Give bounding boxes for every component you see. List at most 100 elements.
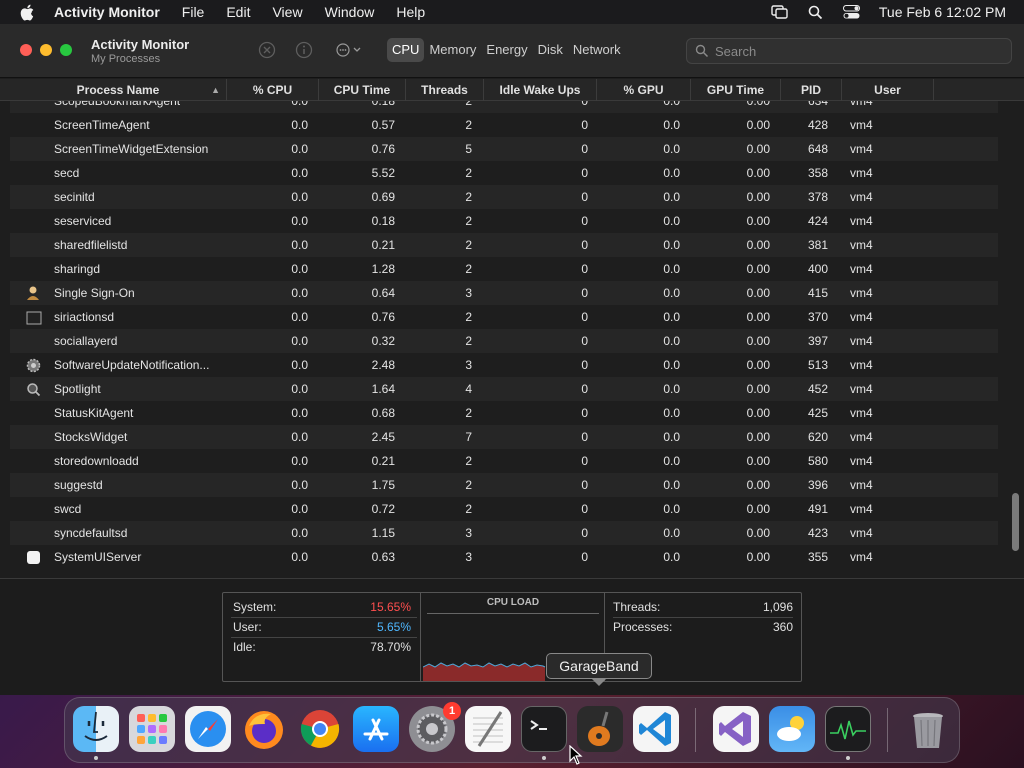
threads: 2 — [465, 334, 472, 348]
column-gpu-time[interactable]: GPU Time — [691, 79, 781, 101]
menu-edit[interactable]: Edit — [226, 4, 250, 20]
table-row[interactable]: ScreenTimeAgent 0.0 0.57 2 0 0.0 0.00 428 vm4 — [10, 113, 998, 137]
cpu-time: 0.63 — [371, 550, 395, 564]
table-row[interactable]: ScreenTimeWidgetExtension 0.0 0.76 5 0 0.0 0.0… — [10, 137, 998, 161]
idle-wake-ups: 0 — [581, 142, 588, 156]
menu-help[interactable]: Help — [396, 4, 425, 20]
table-row[interactable]: syncdefaultsd 0.0 1.15 3 0 0.0 0.00 423 vm4 — [10, 521, 998, 545]
column-user[interactable]: User — [842, 79, 934, 101]
menu-clock[interactable]: Tue Feb 6 12:02 PM — [879, 4, 1006, 20]
gpu-percent: 0.0 — [663, 142, 680, 156]
column-pid[interactable]: PID — [781, 79, 842, 101]
gpu-percent: 0.0 — [663, 430, 680, 444]
menu-view[interactable]: View — [272, 4, 302, 20]
pid: 381 — [807, 238, 828, 252]
close-window-button[interactable] — [20, 44, 32, 56]
menu-app-name[interactable]: Activity Monitor — [54, 4, 160, 20]
threads: 2 — [465, 310, 472, 324]
terminal-icon[interactable] — [521, 706, 567, 752]
gpu-percent: 0.0 — [663, 101, 680, 108]
tab-network[interactable]: Network — [568, 38, 626, 62]
minimize-window-button[interactable] — [40, 44, 52, 56]
info-icon[interactable] — [295, 41, 313, 59]
launchpad-icon[interactable] — [129, 706, 175, 752]
screen-mirroring-icon[interactable] — [771, 4, 789, 20]
cpu-percent: 0.0 — [291, 262, 308, 276]
threads: 2 — [465, 101, 472, 108]
pid: 378 — [807, 190, 828, 204]
table-row[interactable]: swcd 0.0 0.72 2 0 0.0 0.00 491 vm4 — [10, 497, 998, 521]
spotlight-search-icon[interactable] — [807, 4, 825, 20]
table-row[interactable]: siriactionsd 0.0 0.76 2 0 0.0 0.00 370 vm4 — [10, 305, 998, 329]
search-field[interactable] — [686, 38, 1012, 64]
visual-studio-icon[interactable] — [713, 706, 759, 752]
pid: 397 — [807, 334, 828, 348]
table-row[interactable]: Spotlight 0.0 1.64 4 0 0.0 0.00 452 vm4 — [10, 377, 998, 401]
scrollbar-thumb[interactable] — [1012, 493, 1019, 551]
idle-wake-ups: 0 — [581, 550, 588, 564]
user: vm4 — [850, 334, 873, 348]
column-process-name[interactable]: Process Name ▲ — [10, 79, 227, 101]
trash-icon[interactable] — [905, 706, 951, 752]
garageband-icon[interactable] — [577, 706, 623, 752]
table-row[interactable]: SoftwareUpdateNotification... 0.0 2.48 3 0 0.… — [10, 353, 998, 377]
cpu-percent: 0.0 — [291, 550, 308, 564]
zoom-window-button[interactable] — [60, 44, 72, 56]
system-settings-icon[interactable]: 1 — [409, 702, 461, 752]
column-gpu-percent[interactable]: % GPU — [597, 79, 691, 101]
apple-menu-icon[interactable] — [18, 3, 36, 21]
table-row[interactable]: secd 0.0 5.52 2 0 0.0 0.00 358 vm4 — [10, 161, 998, 185]
search-input[interactable] — [715, 43, 995, 59]
table-row[interactable]: Single Sign-On 0.0 0.64 3 0 0.0 0.00 415 vm4 — [10, 281, 998, 305]
column-cpu-percent[interactable]: % CPU — [227, 79, 319, 101]
table-row[interactable]: StocksWidget 0.0 2.45 7 0 0.0 0.00 620 vm4 — [10, 425, 998, 449]
vertical-scrollbar[interactable] — [1008, 101, 1022, 578]
finder-icon[interactable] — [73, 706, 119, 752]
processes-count: 360 — [772, 620, 793, 634]
table-row[interactable]: seserviced 0.0 0.18 2 0 0.0 0.00 424 vm4 — [10, 209, 998, 233]
table-row[interactable]: suggestd 0.0 1.75 2 0 0.0 0.00 396 vm4 — [10, 473, 998, 497]
idle-wake-ups: 0 — [581, 214, 588, 228]
menu-window[interactable]: Window — [325, 4, 375, 20]
activity-monitor-icon[interactable] — [825, 706, 871, 752]
pid: 396 — [807, 478, 828, 492]
column-cpu-time[interactable]: CPU Time — [319, 79, 406, 101]
process-name: Single Sign-On — [54, 286, 135, 300]
table-row[interactable]: secinitd 0.0 0.69 2 0 0.0 0.00 378 vm4 — [10, 185, 998, 209]
window-subtitle: My Processes — [91, 53, 161, 65]
stats-box: System: 15.65% User: 5.65% Idle: 78.70% … — [222, 592, 802, 682]
gpu-percent: 0.0 — [663, 478, 680, 492]
column-idle-wake-ups[interactable]: Idle Wake Ups — [484, 79, 597, 101]
process-name: seserviced — [54, 214, 112, 228]
process-name: syncdefaultsd — [54, 526, 128, 540]
weather-icon[interactable] — [769, 706, 815, 752]
firefox-icon[interactable] — [241, 706, 287, 752]
stop-process-icon[interactable] — [258, 41, 276, 59]
menu-file[interactable]: File — [182, 4, 205, 20]
more-actions-icon[interactable] — [333, 41, 365, 59]
control-center-icon[interactable] — [843, 4, 861, 20]
pid: 425 — [807, 406, 828, 420]
safari-icon[interactable] — [185, 706, 231, 752]
user-stat: User: 5.65% — [233, 617, 411, 637]
chrome-icon[interactable] — [297, 706, 343, 752]
cpu-percent: 0.0 — [291, 118, 308, 132]
tab-memory[interactable]: Memory — [424, 38, 481, 62]
vscode-icon[interactable] — [633, 706, 679, 752]
table-row[interactable]: sociallayerd 0.0 0.32 2 0 0.0 0.00 397 vm4 — [10, 329, 998, 353]
app-store-icon[interactable] — [353, 706, 399, 752]
threads: 2 — [465, 166, 472, 180]
table-row[interactable]: storedownloadd 0.0 0.21 2 0 0.0 0.00 580 vm4 — [10, 449, 998, 473]
table-row[interactable]: StatusKitAgent 0.0 0.68 2 0 0.0 0.00 425 vm4 — [10, 401, 998, 425]
column-threads[interactable]: Threads — [406, 79, 484, 101]
table-row[interactable]: sharingd 0.0 1.28 2 0 0.0 0.00 400 vm4 — [10, 257, 998, 281]
gpu-time: 0.00 — [746, 262, 770, 276]
table-row[interactable]: SystemUIServer 0.0 0.63 3 0 0.0 0.00 355 vm4 — [10, 545, 998, 569]
tab-energy[interactable]: Energy — [481, 38, 532, 62]
tab-disk[interactable]: Disk — [533, 38, 568, 62]
table-row[interactable]: ScopedBookmarkAgent 0.0 0.18 2 0 0.0 0.0… — [10, 101, 998, 113]
textedit-icon[interactable] — [465, 706, 511, 752]
table-header: Process Name ▲ % CPU CPU Time Threads Id… — [0, 79, 1024, 101]
table-row[interactable]: sharedfilelistd 0.0 0.21 2 0 0.0 0.00 381 vm4 — [10, 233, 998, 257]
tab-cpu[interactable]: CPU — [387, 38, 425, 62]
